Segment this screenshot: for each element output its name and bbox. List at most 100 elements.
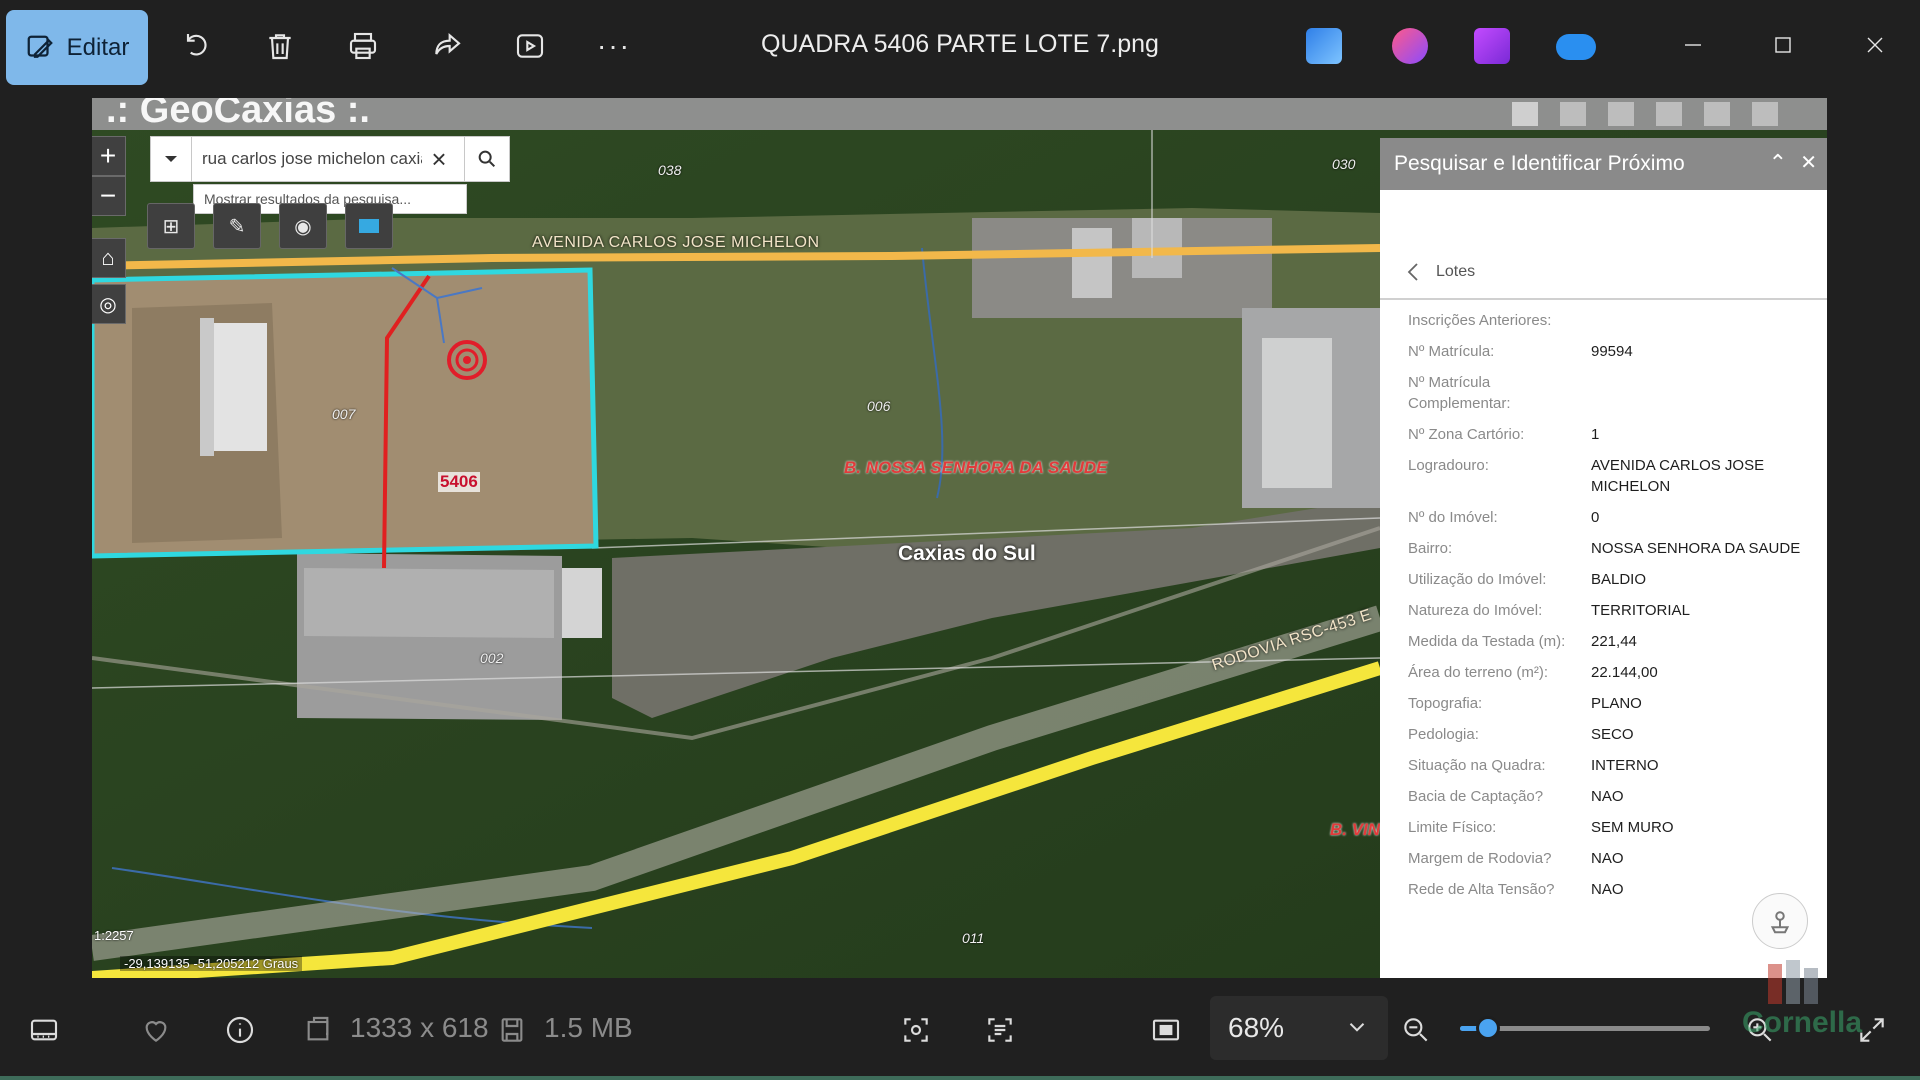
- draw-tool-button[interactable]: ✎: [213, 203, 261, 249]
- filmstrip-icon: [30, 1019, 58, 1041]
- edit-button-label: Editar: [66, 33, 130, 61]
- zoom-slider[interactable]: [1460, 1016, 1710, 1040]
- heart-icon: [145, 1021, 167, 1042]
- attribute-row: Bairro: NOSSA SENHORA DA SAUDE: [1408, 538, 1808, 559]
- attribute-row: Bacia de Captação? NAO: [1408, 786, 1808, 807]
- zoom-level-dropdown[interactable]: 68%: [1210, 996, 1388, 1060]
- print-button[interactable]: [343, 26, 383, 66]
- attribute-value: SEM MURO: [1591, 819, 1674, 836]
- fit-window-icon: [1152, 1019, 1180, 1041]
- image-canvas[interactable]: .: GeoCaxias :. + − ⌂ ◎ × Mostrar result…: [92, 98, 1827, 978]
- file-size-icon: [492, 1010, 532, 1050]
- zoom-out-icon: [1404, 1018, 1428, 1042]
- designer-app-icon[interactable]: [1306, 28, 1342, 64]
- info-button[interactable]: [220, 1010, 260, 1050]
- back-label: Lotes: [1436, 263, 1476, 280]
- attribute-key: Nº do Imóvel:: [1408, 509, 1498, 526]
- attribute-value: 0: [1591, 509, 1600, 526]
- search-source-dropdown[interactable]: [151, 137, 192, 181]
- attribute-value: NAO: [1591, 850, 1624, 867]
- attribute-row: Limite Físico: SEM MURO: [1408, 817, 1808, 838]
- street-label-avenida: AVENIDA CARLOS JOSE MICHELON: [532, 234, 820, 251]
- attribute-key: Rede de Alta Tensão?: [1408, 881, 1555, 898]
- fill-tool-button[interactable]: [345, 203, 393, 249]
- plus-icon: +: [99, 140, 117, 171]
- clear-search-icon[interactable]: ×: [424, 144, 454, 175]
- close-button[interactable]: [1852, 22, 1898, 68]
- rotate-icon: [186, 34, 207, 56]
- search-bar: ×: [150, 136, 467, 182]
- copilot-app-icon[interactable]: [1392, 28, 1428, 64]
- basemap-tool-icon[interactable]: [1512, 102, 1538, 126]
- status-bar: 1333 x 618 1.5 MB 68%: [0, 980, 1920, 1080]
- search-input[interactable]: [192, 148, 424, 170]
- more-button[interactable]: ···: [594, 26, 634, 66]
- locate-feature-button[interactable]: [1752, 893, 1808, 949]
- globe-tool-icon[interactable]: [1752, 102, 1778, 126]
- filmstrip-button[interactable]: [24, 1010, 64, 1050]
- pencil-icon: ✎: [228, 215, 246, 238]
- close-icon: [1867, 37, 1883, 53]
- actual-size-button[interactable]: [1146, 1010, 1186, 1050]
- bairro-label: B. NOSSA SENHORA DA SAUDE: [844, 458, 1108, 477]
- attribute-value: AVENIDA CARLOS JOSE MICHELON: [1591, 457, 1765, 495]
- layers-tool-icon[interactable]: [1560, 102, 1586, 126]
- print-tool-icon[interactable]: [1656, 102, 1682, 126]
- select-tool-button[interactable]: ⊞: [147, 203, 195, 249]
- minimize-button[interactable]: [1670, 22, 1716, 68]
- slideshow-icon: [516, 34, 544, 58]
- zoom-out-button[interactable]: −: [92, 176, 126, 216]
- text-scan-button[interactable]: [980, 1010, 1020, 1050]
- locate-button[interactable]: ◎: [92, 284, 126, 324]
- legend-tool-icon[interactable]: [1608, 102, 1634, 126]
- collapse-icon[interactable]: ⌃: [1769, 150, 1787, 176]
- attribute-value: 99594: [1591, 343, 1633, 360]
- measure-tool-icon[interactable]: [1704, 102, 1730, 126]
- favorite-button[interactable]: [136, 1010, 176, 1050]
- attribute-row: Inscrições Anteriores:: [1408, 310, 1808, 331]
- lot-number-label: 5406: [438, 472, 480, 492]
- attribute-key: Utilização do Imóvel:: [1408, 571, 1547, 588]
- panel-close-icon[interactable]: ✕: [1800, 150, 1817, 175]
- back-to-lotes[interactable]: Lotes: [1380, 246, 1827, 300]
- locate-feature-icon: [1770, 911, 1790, 934]
- attribute-key: Pedologia:: [1408, 726, 1479, 743]
- attribute-value: PLANO: [1591, 695, 1642, 712]
- chevron-left-icon: [1407, 263, 1418, 281]
- maximize-icon: [1775, 37, 1791, 53]
- attribute-key: Área do terreno (m²):: [1408, 664, 1549, 681]
- search-button[interactable]: [464, 136, 510, 182]
- attribute-value: 22.144,00: [1591, 664, 1658, 681]
- slideshow-button[interactable]: [510, 26, 550, 66]
- attribute-value: NAO: [1591, 881, 1624, 898]
- edit-button[interactable]: Editar: [6, 10, 148, 85]
- view-tool-button[interactable]: ◉: [279, 203, 327, 249]
- info-icon: [226, 1016, 254, 1044]
- attribute-value: 1: [1591, 426, 1600, 443]
- share-button[interactable]: [427, 26, 467, 66]
- onedrive-cloud-icon[interactable]: [1556, 34, 1596, 60]
- zoom-slider-thumb[interactable]: [1475, 1016, 1500, 1040]
- top-toolbar: Editar ··· QUADRA 5406 PARTE LOTE 7.png: [0, 0, 1920, 96]
- parcel-label: 007: [332, 406, 356, 422]
- crop-focus-button[interactable]: [896, 1010, 936, 1050]
- home-button[interactable]: ⌂: [92, 238, 126, 278]
- delete-button[interactable]: [260, 26, 300, 66]
- attribute-row: Topografia: PLANO: [1408, 693, 1808, 714]
- panel-title: Pesquisar e Identificar Próximo: [1394, 152, 1685, 175]
- image-dimensions: 1333 x 618: [350, 1012, 489, 1043]
- app-title: .: GeoCaxias :.: [106, 98, 370, 131]
- attribute-row: Logradouro: AVENIDA CARLOS JOSE MICHELON: [1408, 455, 1808, 497]
- attribute-row: Pedologia: SECO: [1408, 724, 1808, 745]
- attribute-key: Medida da Testada (m):: [1408, 633, 1566, 650]
- maximize-button[interactable]: [1760, 22, 1806, 68]
- attribute-value: INTERNO: [1591, 757, 1659, 774]
- attribute-row: Nº Matrícula Complementar:: [1408, 372, 1808, 414]
- print-icon: [349, 32, 377, 60]
- watermark-logo: Cornella: [1742, 960, 1862, 1039]
- attribute-row: Natureza do Imóvel: TERRITORIAL: [1408, 600, 1808, 621]
- zoom-out-button[interactable]: [1396, 1010, 1436, 1050]
- zoom-in-button[interactable]: +: [92, 136, 126, 176]
- rotate-button[interactable]: [176, 26, 216, 66]
- clipchamp-app-icon[interactable]: [1474, 28, 1510, 64]
